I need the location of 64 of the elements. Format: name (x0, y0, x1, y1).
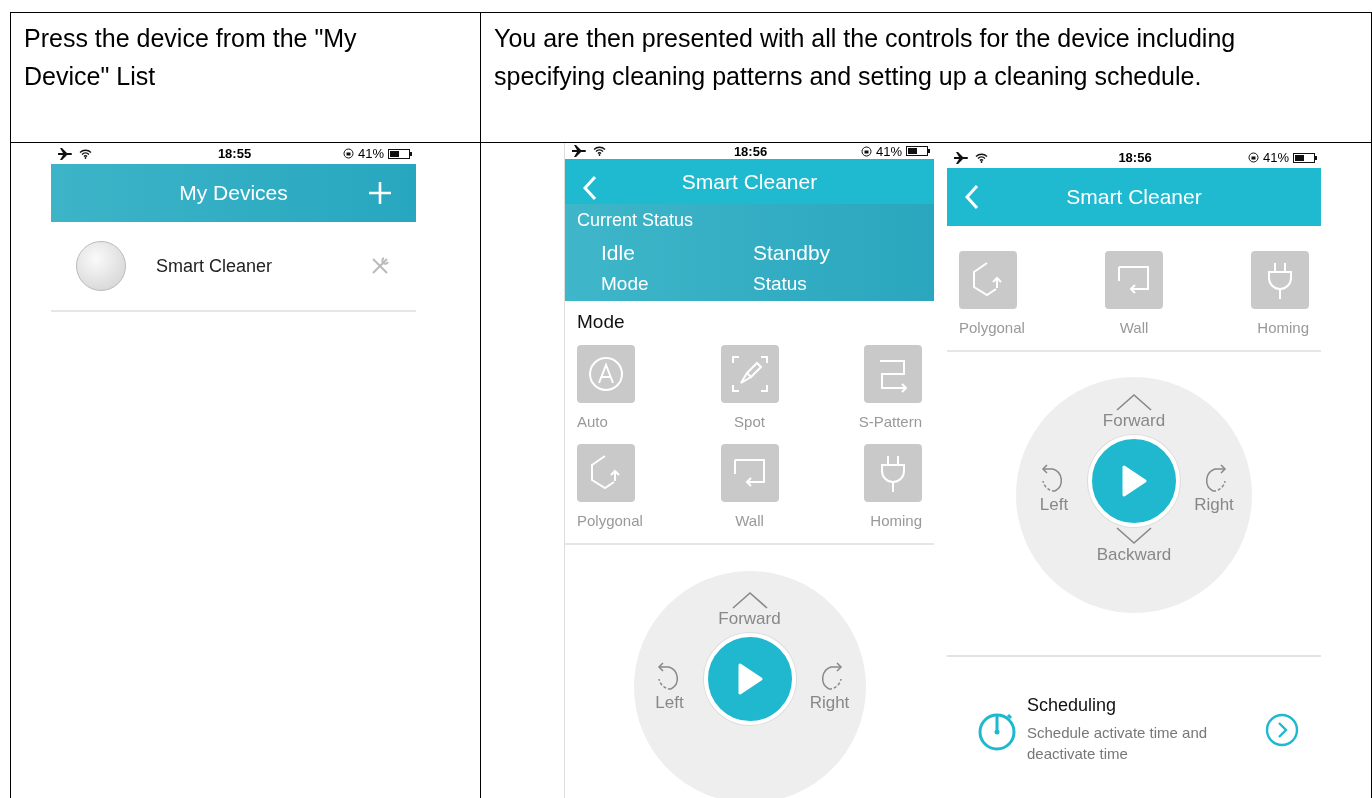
scheduling-description: Schedule activate time and deactivate time (1027, 723, 1209, 764)
section-heading: Mode (577, 311, 626, 333)
mode-label: Homing (1257, 319, 1309, 336)
airplane-icon (953, 151, 969, 164)
status-value: Standby (753, 241, 832, 265)
airplane-icon (571, 145, 587, 158)
forward-label: Forward (1102, 411, 1166, 431)
mode-label: Polygonal (577, 512, 643, 529)
battery-icon (1293, 152, 1317, 163)
mode-label: Homing (870, 512, 922, 529)
battery-icon (388, 148, 412, 159)
plug-icon[interactable] (1251, 251, 1309, 309)
mode-label: Polygonal (959, 319, 1025, 336)
instruction-text: Press the device from the "My Device" List (24, 23, 358, 92)
forward-label: Forward (718, 609, 781, 629)
chevron-circle-icon[interactable] (1265, 712, 1299, 747)
back-icon[interactable] (965, 184, 979, 210)
mode-label: S-Pattern (858, 413, 922, 430)
screen-title: Smart Cleaner (1066, 185, 1202, 209)
rotation-lock-icon (860, 145, 872, 157)
plug-icon[interactable] (864, 444, 922, 502)
status-time: 18:55 (217, 146, 252, 161)
battery-icon (906, 146, 930, 157)
scheduling-title: Scheduling (1027, 695, 1118, 716)
status-label: Status (753, 273, 808, 295)
wifi-icon (79, 148, 92, 159)
battery-percentage: 41% (875, 143, 902, 159)
battery-percentage: 41% (1262, 150, 1289, 165)
right-label: Right (809, 693, 850, 713)
backward-label: Backward (1096, 545, 1172, 565)
right-label: Right (1194, 495, 1234, 515)
circled-letter-icon[interactable] (577, 345, 635, 403)
up-chevron-icon[interactable] (1116, 393, 1152, 411)
scheduling-row[interactable]: Scheduling Schedule activate time and deactivate time (947, 657, 1321, 794)
device-name: Smart Cleaner (156, 255, 274, 277)
screen-title: Smart Cleaner (681, 169, 818, 194)
add-icon[interactable] (368, 181, 392, 205)
status-time: 18:56 (733, 143, 768, 159)
left-label: Left (655, 693, 684, 713)
mode-label: Auto (577, 413, 608, 430)
robot-vacuum-icon (76, 241, 126, 291)
back-icon[interactable] (583, 175, 597, 202)
airplane-icon (57, 147, 73, 160)
status-label: Mode (601, 273, 650, 295)
play-icon (736, 663, 763, 695)
wifi-icon (593, 146, 606, 157)
status-heading: Current Status (577, 210, 695, 231)
play-icon (1121, 465, 1147, 497)
tools-icon[interactable] (370, 256, 390, 276)
down-chevron-icon[interactable] (1116, 527, 1152, 545)
screen-title: My Devices (179, 181, 288, 205)
status-value: Idle (601, 241, 636, 265)
wifi-icon (975, 152, 988, 163)
mode-label: Wall (1119, 319, 1149, 336)
instruction-text: You are then presented with all the controls for the device including specifying cleaning patterns and setting up a cleaning schedule. (494, 23, 1237, 92)
left-label: Left (1039, 495, 1069, 515)
mode-label: Wall (735, 512, 764, 529)
device-row[interactable]: Smart Cleaner (51, 222, 416, 312)
status-time: 18:56 (1118, 150, 1152, 165)
mode-label: Spot (734, 413, 765, 430)
rotation-lock-icon (1247, 152, 1259, 163)
up-chevron-icon[interactable] (731, 591, 768, 609)
battery-percentage: 41% (357, 146, 384, 161)
rotation-lock-icon (342, 148, 354, 159)
